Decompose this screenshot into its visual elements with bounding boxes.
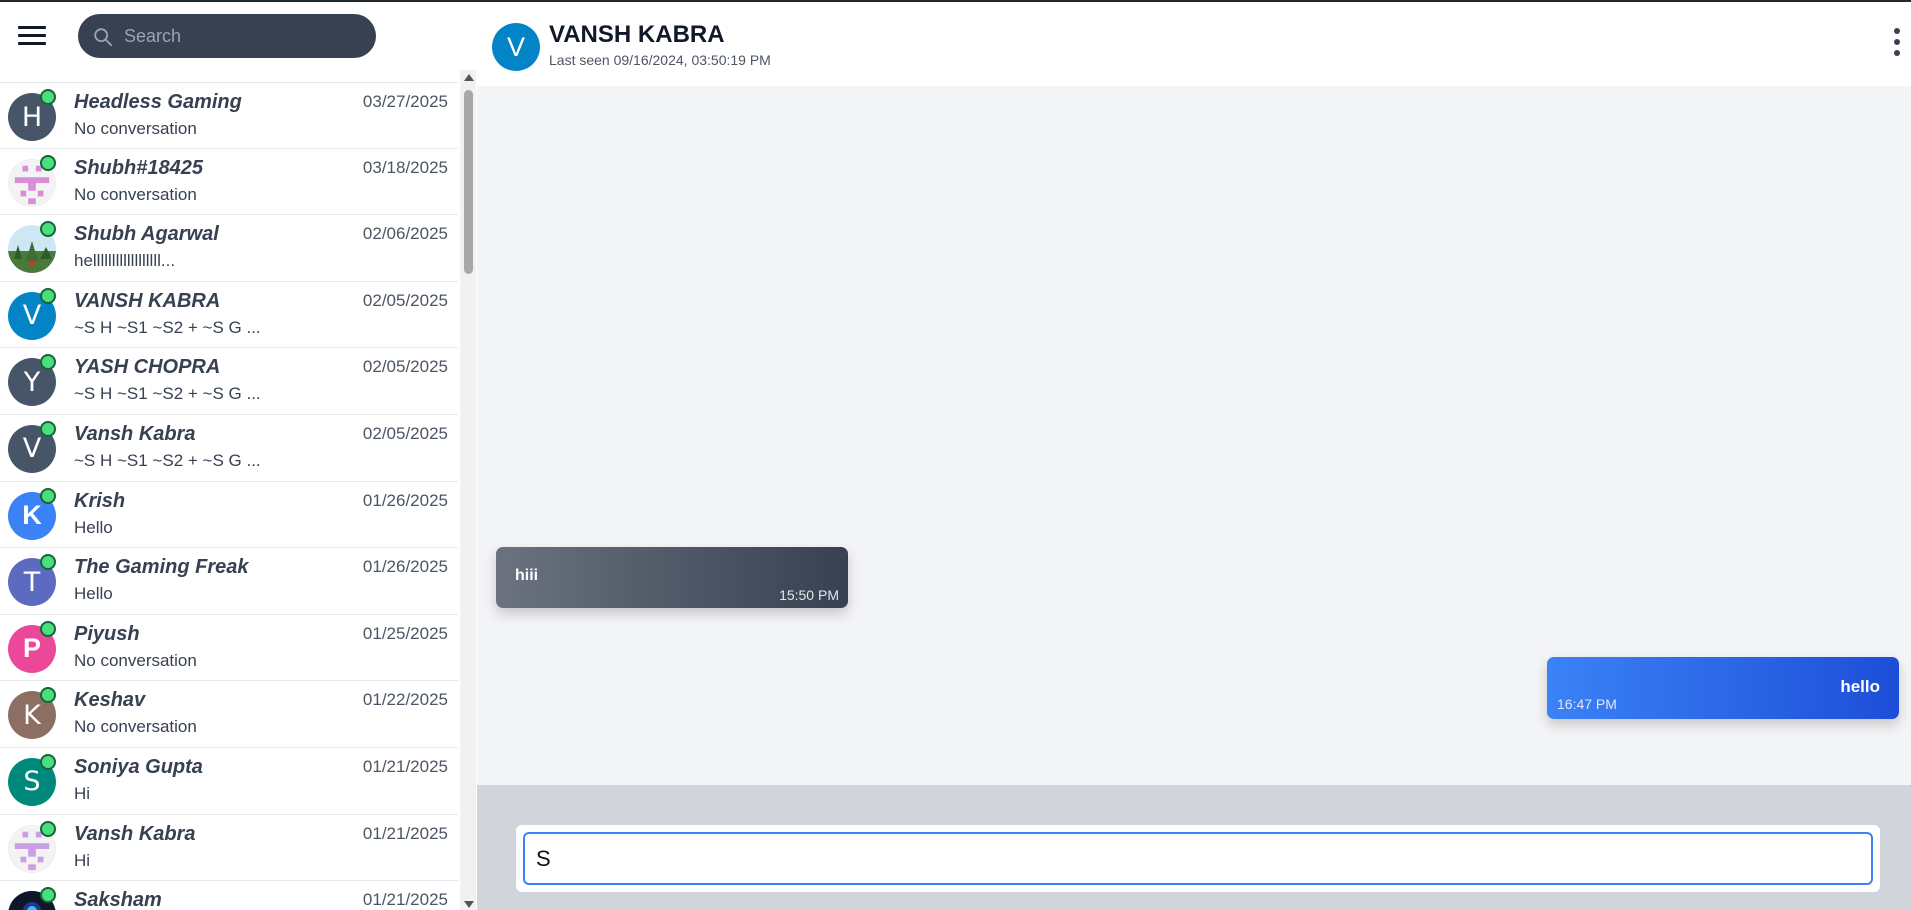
- chat-list-item[interactable]: H Headless Gaming No conversation 03/27/202…: [0, 82, 458, 149]
- chat-date: 01/25/2025: [362, 623, 448, 643]
- online-status-indicator: [40, 687, 56, 704]
- composer: [516, 825, 1880, 892]
- chat-preview: Hi: [74, 850, 91, 870]
- chat-name: VANSH KABRA: [74, 289, 221, 312]
- chat-list-item[interactable]: S Soniya Gupta Hi 01/21/2025: [0, 748, 458, 815]
- chat-date: 02/05/2025: [362, 423, 448, 443]
- chat-list: H Headless Gaming No conversation 03/27/202…: [0, 82, 458, 910]
- chat-name: YASH CHOPRA: [74, 356, 221, 379]
- chat-preview: No conversation: [74, 184, 197, 204]
- online-status-indicator: [40, 753, 56, 770]
- chat-list-item[interactable]: Y YASH CHOPRA ~S H ~S1 ~S2 + ~S G ... 02/05…: [0, 348, 458, 415]
- chat-name: Vansh Kabra: [74, 422, 196, 445]
- sidebar-topbar: [0, 4, 476, 70]
- chat-list-item[interactable]: K Krish Hello 01/26/2025: [0, 482, 458, 549]
- chat-date: 01/21/2025: [362, 890, 448, 910]
- chat-date: 03/18/2025: [362, 157, 448, 177]
- scrollbar-thumb[interactable]: [464, 90, 473, 274]
- chat-preview: ~S H ~S1 ~S2 + ~S G ...: [74, 317, 261, 337]
- online-status-indicator: [40, 620, 56, 637]
- composer-area: [477, 785, 1911, 910]
- chat-date: 01/21/2025: [362, 756, 448, 776]
- online-status-indicator: [40, 487, 56, 504]
- search-input[interactable]: [124, 14, 364, 58]
- chat-date: 02/05/2025: [362, 357, 448, 377]
- chat-preview: No conversation: [74, 119, 197, 138]
- chat-date: 02/06/2025: [362, 224, 448, 244]
- last-seen-status: Last seen 09/16/2024, 03:50:19 PM: [549, 52, 771, 68]
- chat-name: Vansh Kabra: [74, 822, 196, 845]
- chat-list-item[interactable]: V Vansh Kabra ~S H ~S1 ~S2 + ~S G ... 02/05…: [0, 415, 458, 482]
- chat-preview: ~S H ~S1 ~S2 + ~S G ...: [74, 384, 261, 404]
- search-icon: [94, 28, 113, 47]
- chat-date: 03/27/2025: [362, 92, 448, 111]
- chat-name: Keshav: [74, 689, 146, 712]
- chat-name: Saksham: [74, 889, 162, 910]
- chat-date: 01/21/2025: [362, 823, 448, 843]
- message-time: 15:50 PM: [779, 587, 839, 603]
- online-status-indicator: [40, 154, 56, 171]
- message-time: 16:47 PM: [1557, 696, 1617, 712]
- menu-icon[interactable]: [16, 24, 48, 48]
- online-status-indicator: [40, 354, 56, 371]
- chat-preview: No conversation: [74, 717, 197, 737]
- chat-list-item[interactable]: Saksham 01/21/2025: [0, 881, 458, 910]
- chat-preview: No conversation: [74, 650, 197, 670]
- chat-date: 01/22/2025: [362, 690, 448, 710]
- chat-preview: ~S H ~S1 ~S2 + ~S G ...: [74, 450, 261, 470]
- chat-panel: V VANSH KABRA Last seen 09/16/2024, 03:5…: [477, 4, 1911, 910]
- chat-name: The Gaming Freak: [74, 556, 249, 579]
- chat-header: V VANSH KABRA Last seen 09/16/2024, 03:5…: [477, 4, 1911, 86]
- chat-list-item[interactable]: V VANSH KABRA ~S H ~S1 ~S2 + ~S G ... 02/05…: [0, 282, 458, 349]
- contact-name: VANSH KABRA: [549, 21, 725, 48]
- chat-name: Piyush: [74, 622, 140, 645]
- chat-date: 01/26/2025: [362, 490, 448, 510]
- online-status-indicator: [40, 420, 56, 437]
- outgoing-message: hello 16:47 PM: [1547, 657, 1899, 719]
- online-status-indicator: [40, 554, 56, 571]
- scroll-down-arrow-icon[interactable]: [464, 901, 474, 908]
- chat-list-item[interactable]: K Keshav No conversation 01/22/2025: [0, 681, 458, 748]
- online-status-indicator: [40, 221, 56, 238]
- scroll-up-arrow-icon[interactable]: [464, 74, 474, 81]
- online-status-indicator: [40, 287, 56, 304]
- chat-list-item[interactable]: P Piyush No conversation 01/25/2025: [0, 615, 458, 682]
- online-status-indicator: [40, 887, 56, 904]
- online-status-indicator: [40, 89, 56, 105]
- chat-list-scrollbar[interactable]: [460, 70, 476, 910]
- sidebar: HHeadless GamingNo conversation03/27/202…: [0, 4, 476, 910]
- chat-preview: Hello: [74, 584, 113, 604]
- chat-list-item[interactable]: Shubh Agarwal hellllllllllllllllll... 02/0…: [0, 215, 458, 282]
- online-status-indicator: [40, 820, 56, 837]
- incoming-message: hiii 15:50 PM: [496, 547, 848, 608]
- message-text: hello: [1840, 677, 1880, 696]
- message-text: hiii: [515, 567, 539, 584]
- message-input[interactable]: [523, 832, 1873, 885]
- chat-list-item[interactable]: Vansh Kabra Hi 01/21/2025: [0, 815, 458, 882]
- chat-date: 02/05/2025: [362, 290, 448, 310]
- search-bar[interactable]: [78, 14, 376, 58]
- chat-name: Shubh#18425: [74, 156, 203, 179]
- more-options-icon[interactable]: [1891, 28, 1903, 58]
- chat-preview: Hello: [74, 517, 113, 537]
- contact-avatar[interactable]: V: [492, 23, 540, 71]
- chat-name: Krish: [74, 489, 126, 512]
- chat-date: 01/26/2025: [362, 557, 448, 577]
- chat-preview: Hi: [74, 783, 91, 803]
- chat-preview: hellllllllllllllllll...: [74, 251, 176, 271]
- chat-name: Shubh Agarwal: [74, 223, 219, 246]
- chat-name: Soniya Gupta: [74, 755, 203, 778]
- chat-list-item[interactable]: Shubh#18425 No conversation 03/18/2025: [0, 149, 458, 216]
- chat-list-item[interactable]: T The Gaming Freak Hello 01/26/2025: [0, 548, 458, 615]
- chat-name: Headless Gaming: [74, 91, 242, 113]
